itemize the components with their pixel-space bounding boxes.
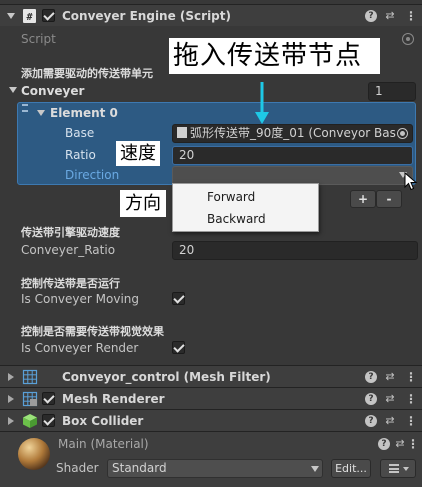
kebab-menu-icon[interactable]: ⋮ [405,371,417,383]
ratio-element-label: Ratio [65,148,96,162]
section-header-speed: 传送带引擎驱动速度 [21,226,120,239]
remove-element-button[interactable]: - [376,190,402,208]
edit-shader-button[interactable]: Edit... [331,459,371,478]
section-header-moving: 控制传送带是否运行 [21,277,120,290]
base-object-value: 弧形传送带_90度_01 (Conveyor Bas [190,126,396,140]
conveyer-ratio-label: Conveyer_Ratio [21,243,116,257]
material-sphere-icon[interactable] [18,438,50,470]
direction-annotation: 方向 [120,190,166,217]
dropdown-arrow-icon[interactable] [311,466,319,472]
shader-value: Standard [112,461,167,475]
component-enabled-checkbox[interactable] [42,392,55,405]
is-render-checkbox[interactable] [172,341,185,354]
is-moving-label: Is Conveyer Moving [21,292,140,306]
direction-popup-menu: Forward Backward [172,183,319,232]
list-icon [389,464,399,473]
add-element-button[interactable]: + [350,190,376,208]
help-icon[interactable]: ? [365,371,377,383]
menu-option-forward[interactable]: Forward [207,190,255,204]
kebab-menu-icon[interactable]: ⋮ [405,10,417,22]
preset-icon[interactable]: ⇄ [394,438,406,450]
conveyer-foldout-icon[interactable] [9,87,17,93]
component-enabled-checkbox[interactable] [42,9,55,22]
preset-icon[interactable]: ⇄ [384,371,396,383]
material-title: Main (Material) [58,437,149,451]
array-size-field[interactable]: 1 [368,82,416,101]
help-icon[interactable]: ? [365,415,377,427]
mouse-cursor-icon [404,171,418,195]
speed-annotation: 速度 [116,141,160,166]
drag-node-annotation: 拖入传送带节点 [169,38,380,74]
base-object-field[interactable]: 弧形传送带_90度_01 (Conveyor Bas [172,124,413,143]
is-moving-checkbox[interactable] [172,292,185,305]
preset-icon[interactable]: ⇄ [384,393,396,405]
kebab-menu-icon[interactable]: ⋮ [405,393,417,405]
ratio-element-field[interactable]: 20 [172,146,413,165]
object-picker-icon[interactable] [402,33,414,45]
component-enabled-checkbox[interactable] [42,414,55,427]
component-title: Box Collider [62,414,144,428]
down-arrow-icon [255,82,269,129]
foldout-arrow-icon[interactable] [8,373,14,381]
box-collider-header[interactable]: Box Collider ? ⇄ ⋮ [0,409,422,431]
element-label: Element 0 [50,106,118,120]
dropdown-arrow-icon [403,467,409,471]
script-label: Script [21,32,56,46]
foldout-arrow-icon[interactable] [7,13,15,19]
svg-text:#: # [26,12,32,23]
conveyer-label: Conveyer [21,84,85,98]
help-icon[interactable]: ? [378,438,390,450]
preset-icon[interactable]: ⇄ [384,415,396,427]
menu-option-backward[interactable]: Backward [207,212,266,226]
foldout-arrow-icon[interactable] [8,417,14,425]
conveyer-ratio-field[interactable]: 20 [172,241,418,260]
object-picker-icon[interactable] [397,128,408,139]
mesh-renderer-icon [22,391,38,407]
box-collider-icon [22,413,38,429]
kebab-menu-icon[interactable]: ⋮ [407,438,419,450]
shader-dropdown[interactable]: Standard [107,459,323,478]
mesh-filter-icon [22,369,38,385]
prefab-icon [177,127,187,138]
drag-handle-icon[interactable] [22,104,28,112]
foldout-arrow-icon[interactable] [8,395,14,403]
shader-label: Shader [56,461,99,475]
base-label: Base [65,126,95,140]
direction-label: Direction [65,168,120,182]
section-header-render: 控制是否需要传送带视觉效果 [21,325,164,338]
mesh-renderer-header[interactable]: Mesh Renderer ? ⇄ ⋮ [0,387,422,409]
component-title: Conveyor_control (Mesh Filter) [62,370,271,384]
section-header-units: 添加需要驱动的传送带单元 [21,67,153,80]
shader-menu-button[interactable] [380,459,416,478]
script-component-header[interactable]: # Conveyer Engine (Script) ? ⇄ ⋮ [0,4,422,26]
preset-icon[interactable]: ⇄ [384,10,396,22]
kebab-menu-icon[interactable]: ⋮ [405,415,417,427]
component-title: Mesh Renderer [62,392,165,406]
help-icon[interactable]: ? [365,393,377,405]
component-title: Conveyer Engine (Script) [62,9,231,23]
script-icon: # [22,8,38,24]
is-render-label: Is Conveyer Render [21,341,139,355]
mesh-filter-header[interactable]: Conveyor_control (Mesh Filter) ? ⇄ ⋮ [0,365,422,387]
help-icon[interactable]: ? [365,10,377,22]
element-foldout-icon[interactable] [37,110,45,116]
